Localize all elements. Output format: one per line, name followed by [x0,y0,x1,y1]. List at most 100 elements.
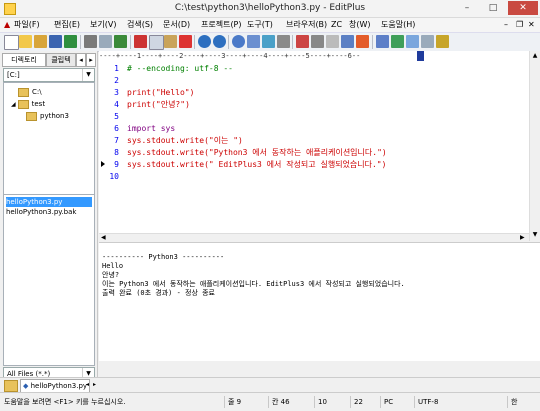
scroll-down-icon[interactable]: ▼ [531,231,539,238]
system-menu-icon[interactable]: ▲ [4,18,10,32]
line-number: 10 [109,172,119,181]
goto-icon[interactable] [277,35,290,48]
open-remote-icon[interactable] [34,35,47,48]
mdi-minimize-button[interactable]: – [504,18,508,32]
output-window-icon[interactable] [391,35,404,48]
save-icon[interactable] [49,35,62,48]
undo-icon[interactable] [198,35,211,48]
scroll-left-icon[interactable]: ◀ [101,234,106,241]
file-item[interactable]: helloPython3.py.bak [6,207,92,217]
output-line: Hello [102,262,124,270]
code-line: 5 [99,111,529,123]
delete-icon[interactable] [179,35,192,48]
code-line: 4 print("안녕?") [99,99,529,111]
line-number: 9 [114,160,119,169]
print-preview-icon[interactable] [99,35,112,48]
status-bar: 도움말을 보려면 <F1> 키를 누르십시오. 줄 9 칸 46 10 22 P… [0,392,540,411]
folder-open-icon [18,87,29,97]
menu-project[interactable]: 프로젝트(P) [201,18,242,32]
menu-zc[interactable]: ZC [331,18,342,32]
tab-scroll-left-icon[interactable]: ◂ [86,381,89,388]
minimize-button[interactable]: – [455,1,479,15]
vertical-scrollbar[interactable]: ▲ ▼ [529,51,540,241]
horizontal-scrollbar[interactable]: ◀ ▶ [99,233,529,242]
redo-icon[interactable] [213,35,226,48]
tree-item-test[interactable]: ◢ test [11,98,45,110]
paste-icon[interactable] [164,35,177,48]
status-help-text: 도움말을 보려면 <F1> 키를 누르십시오. [4,398,126,406]
app-icon [4,3,16,15]
folder-icon [26,111,37,121]
menu-search[interactable]: 검색(S) [127,18,153,32]
copy-icon[interactable] [149,35,164,50]
cut-icon[interactable] [134,35,147,48]
menu-edit[interactable]: 편집(E) [54,18,80,32]
line-number: 7 [114,136,119,145]
scroll-right-icon[interactable]: ▶ [520,234,525,241]
print-icon[interactable] [84,35,97,48]
font-icon[interactable] [296,35,309,48]
toolbar-separator [372,35,373,49]
ruler-cursor-marker [417,51,424,61]
toolbar-separator [194,35,195,49]
collapse-arrow-icon: ◢ [11,101,16,108]
line-number-icon[interactable] [341,35,354,48]
menu-view[interactable]: 보기(V) [90,18,116,32]
maximize-button[interactable]: □ [481,1,505,15]
code-text: sys.stdout.write("이는 ") [127,136,243,145]
status-position-1: 10 [314,396,327,408]
line-number: 5 [114,112,119,121]
code-text: import sys [127,124,176,133]
code-line: 3 print("Hello") [99,87,529,99]
status-ime: 한 [507,396,517,408]
menu-file[interactable]: 파일(F) [14,18,40,32]
word-wrap-icon[interactable] [326,35,339,48]
hex-icon[interactable] [311,35,324,48]
directory-window-icon[interactable] [376,35,389,48]
tree-item-label: C:\ [32,88,42,96]
mdi-restore-button[interactable]: ❐ [516,18,523,32]
menu-help[interactable]: 도움말(H) [381,18,415,32]
code-text: sys.stdout.write("Python3 에서 동작하는 애플리케이션… [127,148,387,157]
output-window: ---------- Python3 ---------- Hello 안녕? … [99,242,540,361]
tab-scroll-left[interactable]: ◂ [76,53,86,67]
tree-item-python3[interactable]: python3 [26,110,69,122]
code-editor[interactable]: 1 # --encoding: utf-8 -- 2 3 print("Hello"… [99,61,529,241]
menu-bar: ▲ 파일(F) 편집(E) 보기(V) 검색(S) 문서(D) 프로젝트(P) … [0,18,540,32]
replace-icon[interactable] [247,35,260,48]
python-file-icon: ◆ [23,382,29,390]
file-item[interactable]: helloPython3.py [6,197,92,207]
close-button[interactable]: ✕ [508,1,538,15]
tab-helloPython3[interactable]: ◆ helloPython3.py [20,379,91,393]
tree-item-c-drive[interactable]: C:\ [18,86,42,98]
doc-tab-label: helloPython3.py [30,382,88,390]
drive-select-value: [C:] [7,71,20,79]
check-icon[interactable] [356,35,369,48]
tab-scroll-right[interactable]: ▸ [86,53,96,67]
new-file-icon[interactable] [4,35,19,50]
chevron-down-icon: ▼ [82,69,94,81]
save-all-icon[interactable] [64,35,77,48]
preferences-icon[interactable] [436,35,449,48]
tab-cliptext[interactable]: 클립텍 [46,53,76,67]
menu-window[interactable]: 창(W) [349,18,371,32]
open-folder-icon[interactable] [19,35,32,48]
find-in-files-icon[interactable] [262,35,275,48]
folder-icon[interactable] [4,380,18,392]
menu-tools[interactable]: 도구(T) [247,18,273,32]
document-tab-bar: ◆ helloPython3.py ◂ ▸ [0,377,540,393]
tab-scroll-right-icon[interactable]: ▸ [93,381,96,388]
tab-directory[interactable]: 디렉토리 [2,53,46,67]
scroll-up-icon[interactable]: ▲ [531,52,539,59]
tree-item-label: test [31,100,46,108]
mdi-close-button[interactable]: ✕ [528,18,535,32]
menu-browser[interactable]: 브라우저(B) [286,18,327,32]
status-position-2: 22 [350,396,363,408]
spellcheck-icon[interactable] [114,35,127,48]
tile-window-icon[interactable] [421,35,434,48]
status-column: 칸 46 [268,396,290,408]
drive-select[interactable]: [C:] ▼ [3,68,95,82]
find-icon[interactable] [232,35,245,48]
menu-document[interactable]: 문서(D) [163,18,190,32]
fullscreen-icon[interactable] [406,35,419,48]
